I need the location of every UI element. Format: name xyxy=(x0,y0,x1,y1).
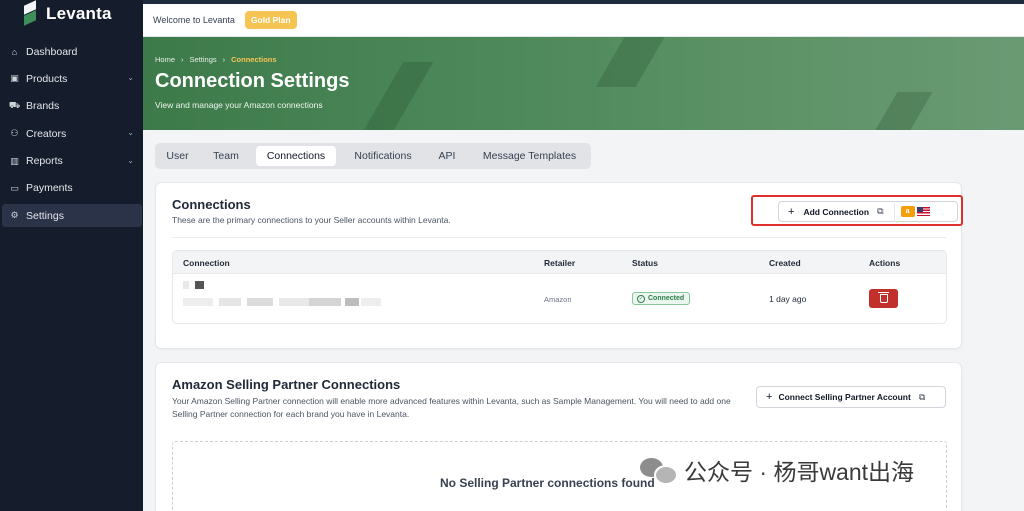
levanta-logo-icon xyxy=(22,3,38,25)
decorative-shape xyxy=(595,37,671,87)
column-header: Status xyxy=(632,258,658,268)
users-icon: ⚇ xyxy=(10,128,19,139)
column-header: Retailer xyxy=(544,258,576,268)
sidebar-item-label: Reports xyxy=(26,155,63,168)
home-icon: ⌂ xyxy=(11,46,18,57)
decorative-shape xyxy=(868,92,933,130)
credit-card-icon: ▭ xyxy=(10,182,19,193)
breadcrumb-settings[interactable]: Settings xyxy=(190,55,217,64)
trash-icon xyxy=(877,292,889,303)
box-icon: ▣ xyxy=(10,73,19,84)
connections-table: Connection Retailer Status Created Actio… xyxy=(172,250,947,324)
connections-card: Connections These are the primary connec… xyxy=(155,182,963,349)
settings-tabs: User Team Connections Notifications API … xyxy=(155,143,591,169)
selling-partner-description: Your Amazon Selling Partner connection w… xyxy=(172,396,731,419)
table-header: Connection Retailer Status Created Actio… xyxy=(173,251,946,274)
chevron-down-icon: ⌄ xyxy=(127,155,134,165)
decorative-shape xyxy=(362,62,434,130)
top-bar: Welcome to Levanta Gold Plan xyxy=(143,4,1024,37)
sidebar-item-payments[interactable]: ▭ Payments xyxy=(2,177,142,200)
sidebar-item-label: Settings xyxy=(26,209,64,222)
logo[interactable]: Levanta xyxy=(22,3,112,25)
plus-icon: + xyxy=(766,391,773,403)
tab-api[interactable]: API xyxy=(431,146,463,166)
watermark: 公众号 · 杨哥want出海 xyxy=(640,453,914,487)
tab-team[interactable]: Team xyxy=(203,146,249,166)
sidebar-item-reports[interactable]: ▥ Reports ⌄ xyxy=(2,150,142,173)
external-link-icon: ⧉ xyxy=(918,391,926,402)
delete-button[interactable] xyxy=(869,289,898,308)
divider xyxy=(172,237,946,238)
page-header: Home › Settings › Connections Connection… xyxy=(143,37,1024,130)
sidebar-item-label: Payments xyxy=(26,182,73,195)
tab-message-templates[interactable]: Message Templates xyxy=(473,146,586,166)
gear-icon: ⚙ xyxy=(10,210,19,221)
sidebar-item-label: Dashboard xyxy=(26,45,78,58)
empty-state-text: No Selling Partner connections found xyxy=(440,476,655,490)
chevron-down-icon: ⌄ xyxy=(127,73,134,83)
sidebar-item-products[interactable]: ▣ Products ⌄ xyxy=(2,67,142,90)
breadcrumb-home[interactable]: Home xyxy=(155,55,175,64)
bar-chart-icon: ▥ xyxy=(10,155,19,166)
sidebar-item-label: Creators xyxy=(26,127,67,140)
sidebar-item-brands[interactable]: ⛟ Brands xyxy=(2,95,142,118)
sidebar-nav: ⌂ Dashboard ▣ Products ⌄ ⛟ Brands ⚇ Crea… xyxy=(0,40,143,232)
breadcrumb-current: Connections xyxy=(231,55,277,64)
plan-badge[interactable]: Gold Plan xyxy=(244,11,297,29)
add-connection-button[interactable]: + Add Connection ⧉ a xyxy=(778,201,958,222)
sidebar-item-label: Products xyxy=(26,72,68,85)
chevron-down-icon: ⌄ xyxy=(127,128,134,138)
status-badge: ✓ Connected xyxy=(632,292,691,305)
sidebar: Levanta ⌂ Dashboard ▣ Products ⌄ ⛟ Brand… xyxy=(0,0,143,511)
connect-selling-partner-button[interactable]: + Connect Selling Partner Account ⧉ xyxy=(756,386,946,408)
amazon-badge: a xyxy=(900,206,915,217)
created-value: 1 day ago xyxy=(769,294,807,304)
selling-partner-title: Amazon Selling Partner Connections xyxy=(172,377,401,392)
us-flag-icon xyxy=(916,207,930,216)
selling-partner-card: Amazon Selling Partner Connections Your … xyxy=(155,362,962,511)
page-subtitle: View and manage your Amazon connections xyxy=(155,100,323,110)
connections-subtitle: These are the primary connections to you… xyxy=(172,215,451,225)
breadcrumb: Home › Settings › Connections xyxy=(155,55,277,64)
chevron-right-icon: › xyxy=(222,55,226,64)
sidebar-item-settings[interactable]: ⚙ Settings xyxy=(2,204,142,228)
column-header: Connection xyxy=(183,258,230,268)
tab-notifications[interactable]: Notifications xyxy=(343,146,423,166)
sidebar-item-label: Brands xyxy=(26,100,60,113)
plus-icon: + xyxy=(788,205,795,218)
sidebar-item-creators[interactable]: ⚇ Creators ⌄ xyxy=(2,122,142,145)
status-label: Connected xyxy=(648,295,685,302)
wechat-icon xyxy=(640,456,678,485)
page-title: Connection Settings xyxy=(155,70,350,92)
app-name: Levanta xyxy=(46,4,112,23)
tab-connections[interactable]: Connections xyxy=(256,146,336,166)
welcome-text: Welcome to Levanta xyxy=(153,15,235,25)
external-link-icon: ⧉ xyxy=(877,206,884,216)
retailer-value: Amazon xyxy=(544,295,572,304)
watermark-text: 公众号 · 杨哥want出海 xyxy=(684,459,915,485)
connections-title: Connections xyxy=(172,197,251,212)
tab-user[interactable]: User xyxy=(159,146,196,166)
button-divider xyxy=(893,201,895,222)
chevron-right-icon: › xyxy=(181,55,184,64)
column-header: Created xyxy=(769,258,801,268)
add-connection-label: Add Connection xyxy=(803,206,870,217)
column-header: Actions xyxy=(869,258,901,268)
check-circle-icon: ✓ xyxy=(637,294,645,303)
table-row: Amazon ✓ Connected 1 day ago xyxy=(173,274,946,323)
truck-icon: ⛟ xyxy=(8,100,21,111)
connect-selling-partner-label: Connect Selling Partner Account xyxy=(778,392,911,402)
sidebar-item-dashboard[interactable]: ⌂ Dashboard xyxy=(2,40,142,63)
